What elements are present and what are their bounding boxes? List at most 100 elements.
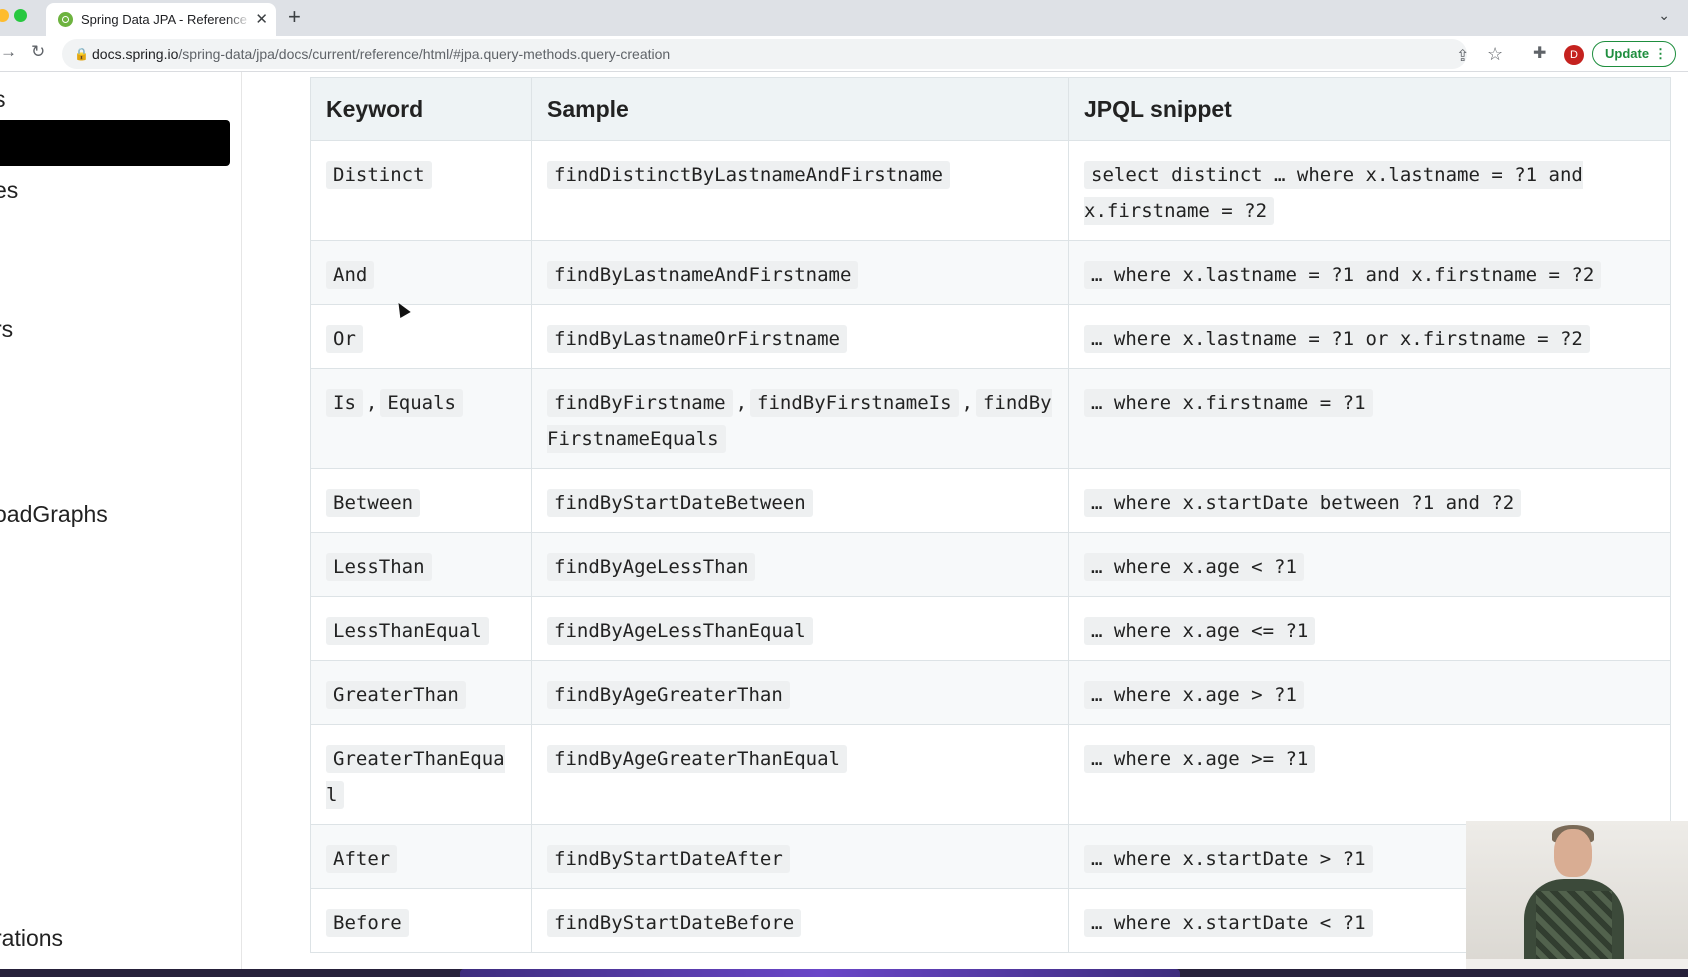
keyword-cell: Between <box>310 469 532 532</box>
sample-code: findByAgeGreaterThanEqual <box>547 745 847 773</box>
sidebar-item[interactable]: es <box>0 177 18 204</box>
keyword-code: And <box>326 261 375 289</box>
sample-cell: findDistinctByLastnameAndFirstname <box>532 141 1069 240</box>
dock-strip <box>0 969 1688 977</box>
keyword-cell: And <box>310 241 532 304</box>
new-tab-button[interactable]: + <box>288 4 301 30</box>
keyword-code: Equals <box>380 389 463 417</box>
browser-toolbar: → ↻ 🔒 docs.spring.io/spring-data/jpa/doc… <box>0 36 1688 72</box>
url-text[interactable]: docs.spring.io/spring-data/jpa/docs/curr… <box>92 46 670 62</box>
star-icon[interactable]: ☆ <box>1487 44 1503 65</box>
sample-cell: findByAgeLessThan <box>532 533 1069 596</box>
window-minimize-button[interactable] <box>0 9 9 22</box>
keyword-cell: GreaterThanEqual <box>310 725 532 824</box>
lock-icon[interactable]: 🔒 <box>74 47 89 61</box>
jpql-cell: … where x.age > ?1 <box>1069 661 1671 724</box>
sidebar-item[interactable]: s <box>0 86 6 113</box>
sample-cell: findByLastnameOrFirstname <box>532 305 1069 368</box>
update-button[interactable]: Update ⋮ <box>1592 41 1676 67</box>
sample-code: findDistinctByLastnameAndFirstname <box>547 161 950 189</box>
jpql-cell: … where x.lastname = ?1 or x.firstname =… <box>1069 305 1671 368</box>
sample-code: findByAgeGreaterThan <box>547 681 790 709</box>
header-cell: Sample <box>532 78 1069 140</box>
table-row: Distinct findDistinctByLastnameAndFirstn… <box>310 141 1671 241</box>
tab-strip: Spring Data JPA - Reference D ✕ + ⌄ <box>0 0 1688 36</box>
jpql-code: … where x.startDate between ?1 and ?2 <box>1084 489 1522 517</box>
extensions-icon[interactable]: ✚ <box>1533 43 1546 63</box>
table-row: LessThanEqual findByAgeLessThanEqual … w… <box>310 597 1671 661</box>
jpql-cell: … where x.age >= ?1 <box>1069 725 1671 824</box>
sample-cell: findByFirstname, findByFirstnameIs, findBy… <box>532 369 1069 468</box>
jpql-code: … where x.age > ?1 <box>1084 681 1304 709</box>
keyword-cell: Is, Equals <box>310 369 532 468</box>
table-row: Is, Equals findByFirstname, findByFirstnam… <box>310 369 1671 469</box>
reload-icon[interactable]: ↻ <box>31 42 45 62</box>
window-zoom-button[interactable] <box>14 9 27 22</box>
jpql-code: … where x.firstname = ?1 <box>1084 389 1373 417</box>
sample-code: findByLastnameAndFirstname <box>547 261 859 289</box>
forward-icon[interactable]: → <box>0 42 17 62</box>
keyword-cell: LessThanEqual <box>310 597 532 660</box>
sidebar-item[interactable]: oadGraphs <box>0 501 108 528</box>
webcam-overlay <box>1466 821 1688 977</box>
header-cell: JPQL snippet <box>1069 78 1671 140</box>
jpql-code: … where x.lastname = ?1 or x.firstname =… <box>1084 325 1590 353</box>
sample-code: findByStartDateBefore <box>547 909 802 937</box>
sample-cell: findByAgeLessThanEqual <box>532 597 1069 660</box>
table-row: GreaterThan findByAgeGreaterThan … where… <box>310 661 1671 725</box>
keyword-cell: After <box>310 825 532 888</box>
sample-code: findByStartDateAfter <box>547 845 790 873</box>
sample-code: findByStartDateBetween <box>547 489 813 517</box>
jpql-code: select distinct … where x.lastname = ?1 … <box>1084 161 1583 225</box>
query-keywords-table: Keyword Sample JPQL snippet Distinct fin… <box>310 77 1671 953</box>
keyword-code: LessThan <box>326 553 432 581</box>
sample-cell: findByAgeGreaterThan <box>532 661 1069 724</box>
update-label: Update <box>1605 46 1650 61</box>
keyword-code: Is <box>326 389 363 417</box>
spring-favicon-icon <box>58 12 73 27</box>
jpql-code: … where x.startDate < ?1 <box>1084 909 1373 937</box>
keyword-code: Distinct <box>326 161 432 189</box>
keyword-code: GreaterThanEqual <box>326 745 505 809</box>
table-header-row: Keyword Sample JPQL snippet <box>310 78 1671 141</box>
address-bar[interactable]: 🔒 docs.spring.io/spring-data/jpa/docs/cu… <box>62 39 1503 69</box>
table-row: Or findByLastnameOrFirstname … where x.l… <box>310 305 1671 369</box>
avatar[interactable]: D <box>1564 45 1584 65</box>
keyword-cell: Before <box>310 889 532 952</box>
column-header: Keyword <box>326 96 424 122</box>
jpql-cell: … where x.age <= ?1 <box>1069 597 1671 660</box>
docs-sidebar: s es rs oadGraphs rations <box>0 72 242 969</box>
column-header: Sample <box>547 96 629 122</box>
jpql-cell: … where x.age < ?1 <box>1069 533 1671 596</box>
sample-code: findByLastnameOrFirstname <box>547 325 847 353</box>
sidebar-item[interactable]: rations <box>0 925 63 952</box>
close-tab-icon[interactable]: ✕ <box>255 10 268 28</box>
sample-cell: findByAgeGreaterThanEqual <box>532 725 1069 824</box>
menu-icon[interactable]: ⋮ <box>1654 42 1667 66</box>
sidebar-item[interactable]: rs <box>0 316 13 343</box>
keyword-code: Between <box>326 489 421 517</box>
column-header: JPQL snippet <box>1084 96 1232 122</box>
sample-cell: findByStartDateAfter <box>532 825 1069 888</box>
table-row: GreaterThanEqual findByAgeGreaterThanEqu… <box>310 725 1671 825</box>
keyword-code: Or <box>326 325 363 353</box>
url-host: docs.spring.io <box>92 46 179 62</box>
keyword-cell: GreaterThan <box>310 661 532 724</box>
jpql-cell: … where x.lastname = ?1 and x.firstname … <box>1069 241 1671 304</box>
table-row: Between findByStartDateBetween … where x… <box>310 469 1671 533</box>
keyword-cell: LessThan <box>310 533 532 596</box>
sample-cell: findByStartDateBefore <box>532 889 1069 952</box>
jpql-code: … where x.age <= ?1 <box>1084 617 1316 645</box>
keyword-code: Before <box>326 909 409 937</box>
presenter-head <box>1554 829 1592 877</box>
header-cell: Keyword <box>310 78 532 140</box>
tab-search-icon[interactable]: ⌄ <box>1658 7 1670 24</box>
share-icon[interactable]: ⇪ <box>1456 46 1469 66</box>
url-path: /spring-data/jpa/docs/current/reference/… <box>178 46 671 62</box>
jpql-cell: … where x.startDate between ?1 and ?2 <box>1069 469 1671 532</box>
browser-tab[interactable]: Spring Data JPA - Reference D ✕ <box>46 3 276 36</box>
jpql-code: … where x.age < ?1 <box>1084 553 1304 581</box>
jpql-code: … where x.lastname = ?1 and x.firstname … <box>1084 261 1602 289</box>
sidebar-active-item[interactable] <box>0 120 230 166</box>
keyword-cell: Distinct <box>310 141 532 240</box>
